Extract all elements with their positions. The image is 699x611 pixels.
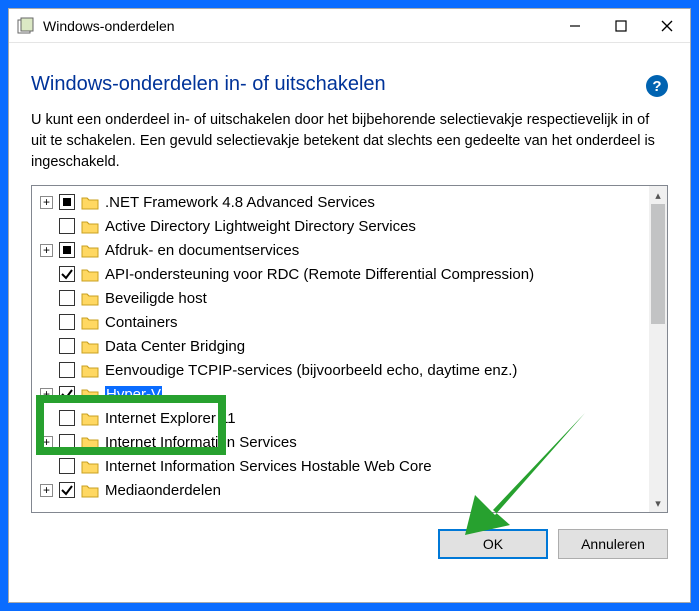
feature-checkbox[interactable] [59, 290, 75, 306]
maximize-button[interactable] [598, 9, 644, 43]
folder-icon [81, 459, 99, 474]
feature-checkbox[interactable] [59, 386, 75, 402]
folder-icon [81, 219, 99, 234]
tree-item[interactable]: + Hyper-V [36, 382, 649, 406]
tree-item[interactable]: Active Directory Lightweight Directory S… [36, 214, 649, 238]
folder-icon [81, 267, 99, 282]
window-title: Windows-onderdelen [43, 18, 175, 34]
expand-toggle [40, 412, 53, 425]
scrollbar-thumb[interactable] [651, 204, 665, 324]
tree-item-label: API-ondersteuning voor RDC (Remote Diffe… [105, 266, 534, 283]
tree-item-label: .NET Framework 4.8 Advanced Services [105, 194, 375, 211]
feature-checkbox[interactable] [59, 194, 75, 210]
vertical-scrollbar[interactable]: ▴ ▾ [649, 186, 667, 512]
expand-toggle [40, 220, 53, 233]
expand-toggle[interactable]: + [40, 436, 53, 449]
app-icon [17, 17, 35, 35]
feature-checkbox[interactable] [59, 434, 75, 450]
tree-item[interactable]: + .NET Framework 4.8 Advanced Services [36, 190, 649, 214]
expand-toggle [40, 340, 53, 353]
feature-checkbox[interactable] [59, 266, 75, 282]
tree-item-label: Internet Explorer 11 [105, 410, 236, 427]
ok-button[interactable]: OK [438, 529, 548, 559]
tree-item-label: Internet Information Services [105, 434, 297, 451]
expand-toggle[interactable]: + [40, 196, 53, 209]
tree-item[interactable]: Containers [36, 310, 649, 334]
tree-item[interactable]: + Afdruk- en documentservices [36, 238, 649, 262]
folder-icon [81, 339, 99, 354]
folder-icon [81, 411, 99, 426]
tree-item-label: Afdruk- en documentservices [105, 242, 299, 259]
tree-item-label: Active Directory Lightweight Directory S… [105, 218, 416, 235]
folder-icon [81, 387, 99, 402]
tree-item-label: Data Center Bridging [105, 338, 245, 355]
feature-checkbox[interactable] [59, 218, 75, 234]
folder-icon [81, 291, 99, 306]
feature-checkbox[interactable] [59, 482, 75, 498]
tree-item-label: Mediaonderdelen [105, 482, 221, 499]
feature-checkbox[interactable] [59, 314, 75, 330]
heading-text: Windows-onderdelen in- of uitschakelen [31, 73, 386, 95]
tree-item[interactable]: Internet Information Services Hostable W… [36, 454, 649, 478]
tree-item[interactable]: + Internet Information Services [36, 430, 649, 454]
feature-checkbox[interactable] [59, 338, 75, 354]
tree-item-label: Beveiligde host [105, 290, 207, 307]
tree-item[interactable]: Internet Explorer 11 [36, 406, 649, 430]
title-bar: Windows-onderdelen [9, 9, 690, 43]
expand-toggle [40, 364, 53, 377]
cancel-button[interactable]: Annuleren [558, 529, 668, 559]
folder-icon [81, 435, 99, 450]
folder-icon [81, 315, 99, 330]
minimize-button[interactable] [552, 9, 598, 43]
tree-item[interactable]: Data Center Bridging [36, 334, 649, 358]
dialog-content: Windows-onderdelen in- of uitschakelen ?… [9, 43, 690, 573]
help-icon[interactable]: ? [646, 75, 668, 97]
feature-tree: + .NET Framework 4.8 Advanced Services Act… [31, 185, 668, 513]
folder-icon [81, 483, 99, 498]
expand-toggle[interactable]: + [40, 484, 53, 497]
button-row: OK Annuleren [31, 529, 668, 559]
feature-checkbox[interactable] [59, 410, 75, 426]
tree-item-label: Hyper-V [105, 386, 162, 403]
tree-item[interactable]: Beveiligde host [36, 286, 649, 310]
tree-item-label: Internet Information Services Hostable W… [105, 458, 432, 475]
scroll-down-icon[interactable]: ▾ [649, 494, 667, 512]
folder-icon [81, 363, 99, 378]
dialog-window: Windows-onderdelen Windows-onderdelen in… [8, 8, 691, 603]
tree-item[interactable]: API-ondersteuning voor RDC (Remote Diffe… [36, 262, 649, 286]
tree-item[interactable]: Eenvoudige TCPIP-services (bijvoorbeeld … [36, 358, 649, 382]
tree-item[interactable]: + Mediaonderdelen [36, 478, 649, 502]
close-button[interactable] [644, 9, 690, 43]
tree-item-label: Eenvoudige TCPIP-services (bijvoorbeeld … [105, 362, 517, 379]
expand-toggle[interactable]: + [40, 244, 53, 257]
scroll-up-icon[interactable]: ▴ [649, 186, 667, 204]
expand-toggle [40, 268, 53, 281]
feature-checkbox[interactable] [59, 242, 75, 258]
expand-toggle [40, 316, 53, 329]
folder-icon [81, 195, 99, 210]
expand-toggle [40, 292, 53, 305]
expand-toggle [40, 460, 53, 473]
feature-checkbox[interactable] [59, 458, 75, 474]
dialog-description: U kunt een onderdeel in- of uitschakelen… [31, 110, 668, 173]
dialog-heading: Windows-onderdelen in- of uitschakelen ? [31, 73, 668, 96]
expand-toggle[interactable]: + [40, 388, 53, 401]
feature-checkbox[interactable] [59, 362, 75, 378]
tree-item-label: Containers [105, 314, 178, 331]
folder-icon [81, 243, 99, 258]
